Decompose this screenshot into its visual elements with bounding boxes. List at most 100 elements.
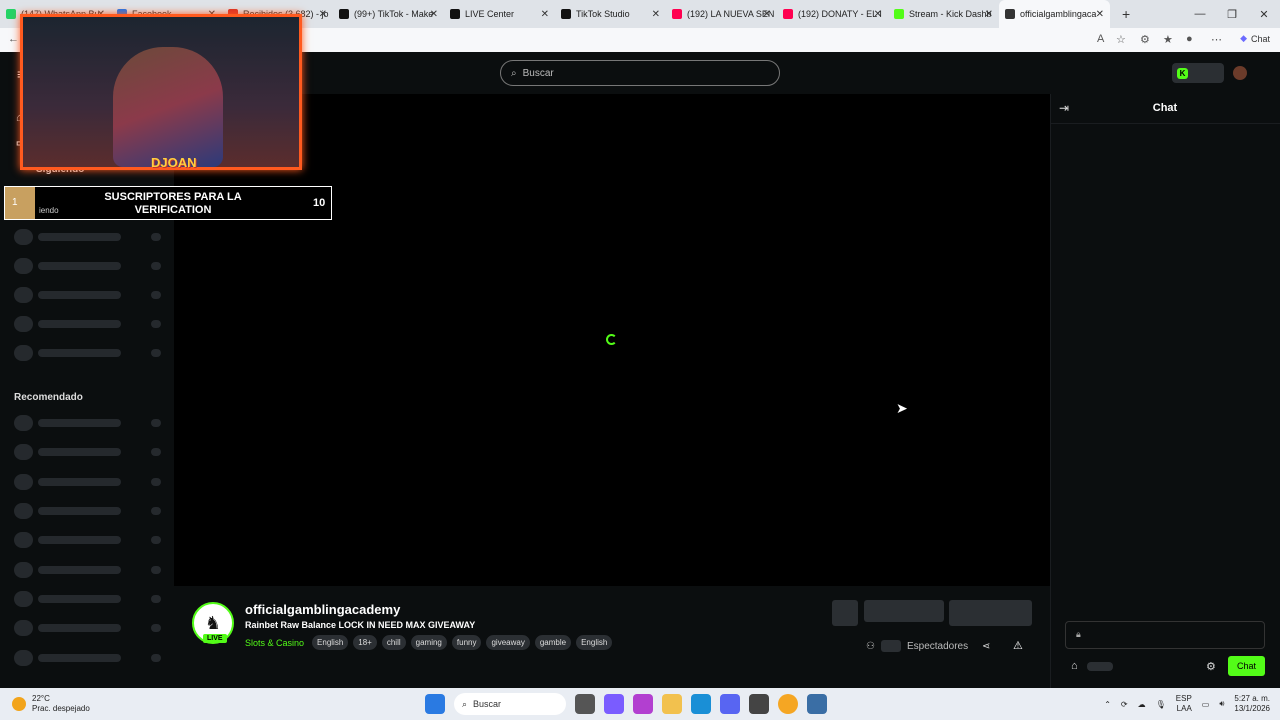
weather-icon: [12, 697, 26, 711]
sidebar-skeleton-item: [14, 562, 164, 578]
weather-widget[interactable]: 22°C Prac. despejado: [12, 694, 90, 714]
tag-list: Slots & Casino English 18+ chill gaming …: [245, 635, 613, 650]
tag[interactable]: funny: [451, 635, 482, 650]
more-icon[interactable]: ⋯: [1211, 33, 1222, 46]
sidebar-skeleton-item: [14, 316, 164, 332]
minimize-icon[interactable]: —: [1184, 0, 1216, 28]
user-avatar[interactable]: [1233, 66, 1247, 80]
copilot-icon[interactable]: [604, 694, 624, 714]
sidebar-skeleton-item: [14, 532, 164, 548]
temperature: 22°C: [32, 694, 50, 703]
back-icon[interactable]: ←: [8, 33, 19, 45]
sidebar-skeleton-item: [14, 503, 164, 519]
store-icon[interactable]: ⌂: [1071, 660, 1078, 672]
copilot-chat-button[interactable]: ◆ Chat: [1240, 33, 1270, 44]
channel-name[interactable]: officialgamblingacademy: [245, 602, 400, 617]
kick-logo-icon: K: [1177, 67, 1188, 79]
profile-icon[interactable]: ●: [1186, 33, 1193, 45]
browser-tab[interactable]: LIVE Center ✕: [444, 0, 555, 28]
kick-icon: [894, 9, 904, 19]
sidebar-skeleton-item: [14, 345, 164, 361]
close-window-icon[interactable]: ✕: [1248, 0, 1280, 28]
browser-tab[interactable]: (99+) TikTok - Make ✕: [333, 0, 444, 28]
search-placeholder: Buscar: [522, 67, 554, 79]
stream-info: ♞ LIVE officialgamblingacademy Rainbet R…: [174, 586, 1050, 688]
tag[interactable]: chill: [381, 635, 406, 650]
browser-tab[interactable]: TikTok Studio ✕: [555, 0, 666, 28]
browser-tab[interactable]: (192) LA NUEVA SEN ✕: [666, 0, 777, 28]
clock[interactable]: 5:27 a. m. 13/1/2026: [1234, 694, 1270, 714]
live-badge: LIVE: [203, 634, 227, 643]
browser-tab[interactable]: (192) DONATY - EL I ✕: [777, 0, 888, 28]
edge-icon[interactable]: [691, 694, 711, 714]
favorite-icon[interactable]: ☆: [1116, 33, 1126, 46]
language-indicator[interactable]: ESP LAA: [1176, 694, 1192, 714]
tiktok-icon: [450, 9, 460, 19]
extensions-icon[interactable]: ⚙: [1140, 33, 1150, 46]
close-icon[interactable]: ✕: [874, 9, 882, 20]
viewer-count: ⚇ Espectadores: [866, 640, 968, 652]
tag[interactable]: giveaway: [486, 635, 530, 650]
share-icon[interactable]: ⋖: [982, 641, 990, 652]
viewer-count-placeholder: [880, 640, 901, 652]
sub-goal-widget: 1 iendo SUSCRIPTORES PARA LA VERIFICATIO…: [4, 186, 332, 220]
windows-start-icon[interactable]: [425, 694, 445, 714]
volume-icon[interactable]: 🔊︎: [1219, 699, 1224, 709]
show-hidden-icon[interactable]: ⌃: [1104, 700, 1111, 709]
chat-header: ⇥ Chat: [1051, 94, 1280, 124]
tag[interactable]: English: [312, 635, 349, 650]
notification-button[interactable]: [832, 600, 858, 626]
sidebar-skeleton-item: [14, 229, 164, 245]
chat-input[interactable]: 🔒︎: [1065, 621, 1265, 649]
microphone-icon[interactable]: 🎙︎: [1156, 700, 1166, 709]
webcam-logo: DJOAN: [151, 155, 197, 170]
favorites-icon[interactable]: ★: [1163, 33, 1173, 46]
copilot-icon: ◆: [1240, 33, 1247, 43]
new-tab-icon[interactable]: +: [1122, 6, 1130, 22]
close-icon[interactable]: ✕: [1096, 9, 1104, 20]
close-icon[interactable]: ✕: [652, 9, 660, 20]
task-view-icon[interactable]: [575, 694, 595, 714]
discord-icon[interactable]: [720, 694, 740, 714]
settings-icon[interactable]: ⚙: [1206, 660, 1216, 673]
read-aloud-icon[interactable]: A: [1097, 33, 1104, 45]
browser-tab[interactable]: Stream - Kick Dashb ✕: [888, 0, 999, 28]
tag[interactable]: 18+: [353, 635, 377, 650]
taskbar-search[interactable]: ⌕ Buscar: [454, 693, 566, 715]
taskbar-apps: ⌕ Buscar: [425, 693, 827, 715]
tag[interactable]: gaming: [410, 635, 447, 650]
bull-logo-icon: ♞: [204, 612, 222, 633]
viewers-label: Espectadores: [906, 640, 969, 652]
send-chat-button[interactable]: Chat: [1228, 656, 1265, 676]
sidebar: ⌂ ▭ Siguiendo Recomendado: [0, 94, 172, 688]
tab-label: (99+) TikTok - Make: [354, 9, 434, 19]
subscribe-button[interactable]: [949, 600, 1032, 626]
close-icon[interactable]: ✕: [985, 9, 993, 20]
maximize-icon[interactable]: ❐: [1216, 0, 1248, 28]
tag[interactable]: English: [576, 635, 613, 650]
browser-tab-active[interactable]: officialgamblingaca ✕: [999, 0, 1110, 28]
kick-dashboard-button[interactable]: K: [1172, 63, 1224, 83]
sync-icon[interactable]: ⟳: [1121, 700, 1128, 709]
category-link[interactable]: Slots & Casino: [245, 638, 304, 648]
file-explorer-icon[interactable]: [662, 694, 682, 714]
report-icon[interactable]: ⚠: [1013, 639, 1023, 652]
coin-app-icon[interactable]: [778, 694, 798, 714]
close-icon[interactable]: ✕: [541, 9, 549, 20]
settings-app-icon[interactable]: [807, 694, 827, 714]
close-icon[interactable]: ✕: [763, 9, 771, 20]
display-icon[interactable]: ▭: [1202, 700, 1210, 709]
obs-icon[interactable]: [749, 694, 769, 714]
loading-spinner-icon: [606, 334, 617, 345]
follow-button[interactable]: [864, 600, 944, 622]
cloud-icon[interactable]: ☁: [1138, 700, 1146, 709]
close-icon[interactable]: ✕: [430, 9, 438, 20]
tiktok-icon: [561, 9, 571, 19]
instagram-icon[interactable]: [633, 694, 653, 714]
tag[interactable]: gamble: [534, 635, 572, 650]
search-icon: ⌕: [462, 698, 468, 709]
close-icon[interactable]: ✕: [319, 9, 327, 20]
chat-panel: ⇥ Chat 🔒︎ ⌂ ⚙ Chat: [1050, 94, 1280, 688]
search-input[interactable]: ⌕ Buscar: [500, 60, 780, 86]
goal-current: 1: [5, 187, 35, 219]
